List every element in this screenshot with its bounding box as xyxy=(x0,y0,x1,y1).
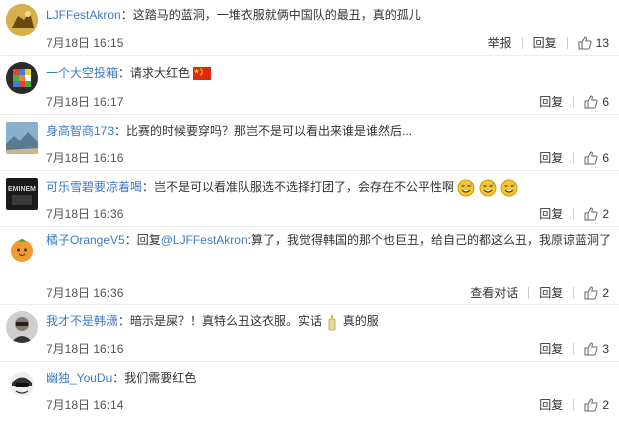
divider xyxy=(573,342,575,355)
like-button[interactable]: 2 xyxy=(584,286,609,300)
reply-button[interactable]: 回复 xyxy=(539,340,563,357)
comment-text: 请求大红色 xyxy=(130,66,191,80)
thumbs-up-icon xyxy=(584,94,598,108)
username-link[interactable]: 幽独_YouDu xyxy=(46,371,112,385)
thumbs-up-icon xyxy=(584,341,598,355)
thumbs-up-icon xyxy=(584,206,598,220)
report-button[interactable]: 举报 xyxy=(488,34,512,51)
avatar[interactable] xyxy=(6,368,38,400)
comment-text: 这踏马的蓝洞，一堆衣服就俩中国队的最丑，真的孤儿 xyxy=(132,8,421,22)
divider xyxy=(566,36,568,49)
comment-body: 我才不是韩潇：暗示是屎？！真特么丑这衣服。实话 真的服 xyxy=(46,311,613,332)
comment-actions: 回复 6 xyxy=(539,93,609,110)
reply-prefix: 回复 xyxy=(136,233,161,247)
comment-item: 身高智商173：比赛的时候要穿吗？那岂不是可以看出来谁是谁然后... 7月18日… xyxy=(0,115,619,171)
comment-item: EMINEM 可乐雪碧要凉着喝：岂不是可以看准队服选不选择打团了，会存在不公平性… xyxy=(0,171,619,227)
comment-actions: 回复 2 xyxy=(539,205,609,222)
comment-item: 一个大空投箱：请求大红色 7月18日 16:17 回复 6 xyxy=(0,56,619,115)
divider xyxy=(521,36,523,49)
view-conversation-button[interactable]: 查看对话 xyxy=(470,284,518,301)
like-count: 6 xyxy=(602,150,609,165)
comment-text: 暗示是屎？！真特么丑这衣服。实话 xyxy=(130,314,323,328)
reply-button[interactable]: 回复 xyxy=(539,205,563,222)
comment-time: 7月18日 16:36 xyxy=(46,207,124,221)
username-link[interactable]: 我才不是韩潇 xyxy=(46,314,118,328)
comment-actions: 回复 3 xyxy=(539,340,609,357)
comment-actions: 举报 回复 13 xyxy=(488,34,609,51)
like-count: 2 xyxy=(602,397,609,412)
mention-link[interactable]: @LJFFestAkron xyxy=(161,233,248,247)
thumbs-up-icon xyxy=(584,285,598,299)
china-flag-icon xyxy=(193,67,212,81)
comment-item: LJFFestAkron：这踏马的蓝洞，一堆衣服就俩中国队的最丑，真的孤儿 7月… xyxy=(0,0,619,56)
comment-list: LJFFestAkron：这踏马的蓝洞，一堆衣服就俩中国队的最丑，真的孤儿 7月… xyxy=(0,0,619,421)
reply-button[interactable]: 回复 xyxy=(539,93,563,110)
like-button[interactable]: 2 xyxy=(584,207,609,221)
divider xyxy=(573,95,575,108)
reply-button[interactable]: 回复 xyxy=(539,396,563,413)
comment-item: 幽独_YouDu：我们需要红色 7月18日 16:14 回复 2 xyxy=(0,362,619,421)
comment-body: 幽独_YouDu：我们需要红色 xyxy=(46,371,197,385)
username-link[interactable]: 身高智商173 xyxy=(46,124,114,138)
username-link[interactable]: 可乐雪碧要凉着喝 xyxy=(46,180,142,194)
like-count: 6 xyxy=(602,94,609,109)
comment-text: 我们需要红色 xyxy=(124,371,197,385)
svg-text:EMINEM: EMINEM xyxy=(8,186,36,193)
comment-time: 7月18日 16:14 xyxy=(46,398,124,412)
thumbs-up-icon xyxy=(584,150,598,164)
comment-body: 一个大空投箱：请求大红色 xyxy=(46,63,613,84)
like-button[interactable]: 2 xyxy=(584,398,609,412)
avatar[interactable] xyxy=(6,233,38,265)
divider xyxy=(573,207,575,220)
reply-button[interactable]: 回复 xyxy=(533,34,557,51)
like-button[interactable]: 6 xyxy=(584,95,609,109)
like-count: 13 xyxy=(595,35,609,50)
comment-body: LJFFestAkron：这踏马的蓝洞，一堆衣服就俩中国队的最丑，真的孤儿 xyxy=(46,8,421,22)
sweat-smile-icon xyxy=(457,179,475,197)
like-count: 2 xyxy=(602,285,609,300)
comment-actions: 回复 6 xyxy=(539,149,609,166)
divider xyxy=(528,286,530,299)
comment-time: 7月18日 16:17 xyxy=(46,95,124,109)
comment-item: 橘子OrangeV5：回复@LJFFestAkron:算了，我觉得韩国的那个也巨… xyxy=(0,227,619,305)
reply-button[interactable]: 回复 xyxy=(539,284,563,301)
like-count: 3 xyxy=(602,341,609,356)
username-link[interactable]: 橘子OrangeV5 xyxy=(46,233,125,247)
avatar[interactable] xyxy=(6,4,38,36)
comment-actions: 回复 2 xyxy=(539,396,609,413)
sweat-smile-icon xyxy=(500,179,518,197)
comment-body: 可乐雪碧要凉着喝：岂不是可以看准队服选不选择打团了，会存在不公平性啊 xyxy=(46,177,613,198)
thumbs-up-icon xyxy=(584,397,598,411)
username-link[interactable]: LJFFestAkron xyxy=(46,8,121,22)
comment-time: 7月18日 16:16 xyxy=(46,342,124,356)
comment-time: 7月18日 16:16 xyxy=(46,151,124,165)
like-button[interactable]: 13 xyxy=(578,36,609,50)
like-count: 2 xyxy=(602,206,609,221)
avatar[interactable] xyxy=(6,122,38,154)
avatar[interactable]: EMINEM xyxy=(6,178,38,210)
sweat-smile-icon xyxy=(479,179,497,197)
sweat-smile-emoji-group xyxy=(457,179,518,197)
divider xyxy=(573,398,575,411)
comment-body: 身高智商173：比赛的时候要穿吗？那岂不是可以看出来谁是谁然后... xyxy=(46,124,413,138)
divider xyxy=(573,286,575,299)
comment-actions: 查看对话 回复 2 xyxy=(470,284,609,301)
comment-time: 7月18日 16:15 xyxy=(46,36,124,50)
like-button[interactable]: 3 xyxy=(584,342,609,356)
reply-button[interactable]: 回复 xyxy=(539,149,563,166)
avatar[interactable] xyxy=(6,62,38,94)
comment-time: 7月18日 16:36 xyxy=(46,286,124,300)
comment-text-suffix: 真的服 xyxy=(342,314,379,328)
username-link[interactable]: 一个大空投箱 xyxy=(46,66,118,80)
comment-text: :算了，我觉得韩国的那个也巨丑，给自己的都这么丑，我原谅蓝洞了 xyxy=(247,233,611,247)
candle-icon xyxy=(328,313,336,331)
thumbs-up-icon xyxy=(578,35,592,49)
comment-text: 岂不是可以看准队服选不选择打团了，会存在不公平性啊 xyxy=(154,180,455,194)
like-button[interactable]: 6 xyxy=(584,151,609,165)
comment-text: 比赛的时候要穿吗？那岂不是可以看出来谁是谁然后... xyxy=(126,124,413,138)
comment-item: 我才不是韩潇：暗示是屎？！真特么丑这衣服。实话 真的服 7月18日 16:16 … xyxy=(0,305,619,362)
divider xyxy=(573,151,575,164)
comment-body: 橘子OrangeV5：回复@LJFFestAkron:算了，我觉得韩国的那个也巨… xyxy=(46,233,611,247)
avatar[interactable] xyxy=(6,311,38,343)
